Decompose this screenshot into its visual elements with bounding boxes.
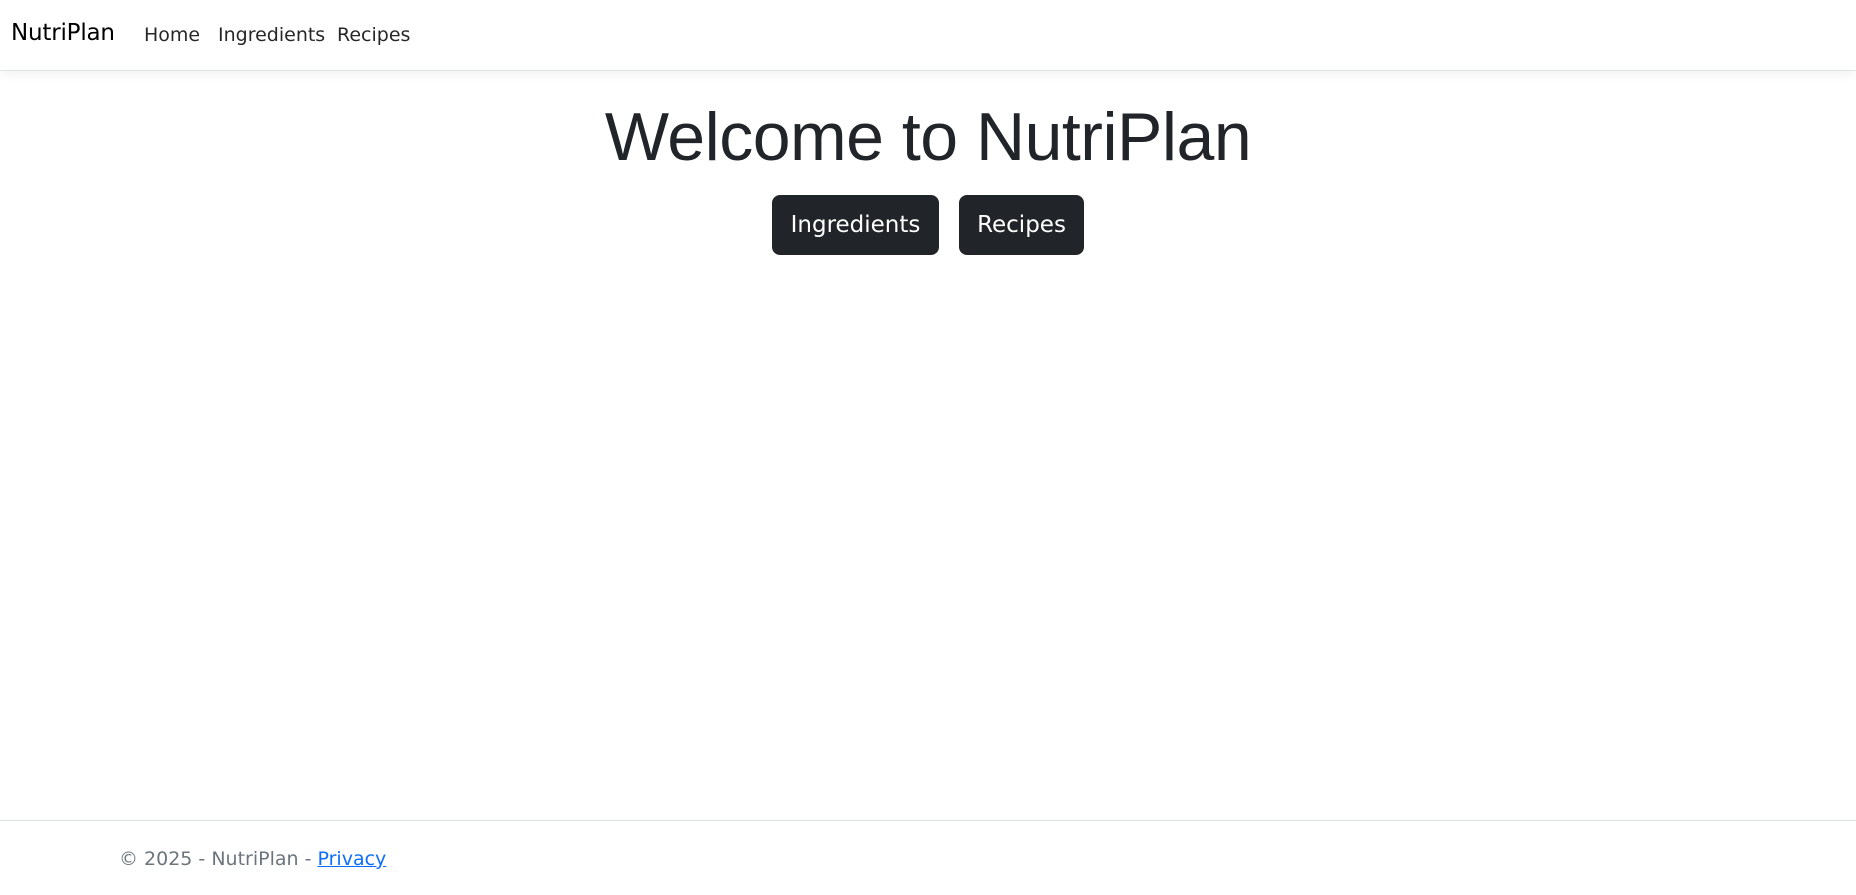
copyright-text: © 2025 - NutriPlan -: [119, 848, 318, 870]
nav-link-recipes[interactable]: Recipes: [337, 24, 410, 46]
brand-link[interactable]: NutriPlan: [11, 20, 115, 46]
nav-link-home[interactable]: Home: [144, 24, 200, 46]
recipes-button[interactable]: Recipes: [959, 195, 1084, 255]
ingredients-button[interactable]: Ingredients: [772, 195, 939, 255]
top-navbar: NutriPlan Home Ingredients Recipes: [0, 0, 1856, 71]
privacy-link[interactable]: Privacy: [317, 848, 386, 870]
nav-link-ingredients[interactable]: Ingredients: [218, 24, 325, 46]
footer-text: © 2025 - NutriPlan - Privacy: [119, 848, 386, 870]
page-title: Welcome to NutriPlan: [604, 99, 1252, 175]
page-footer: © 2025 - NutriPlan - Privacy: [0, 820, 1856, 895]
